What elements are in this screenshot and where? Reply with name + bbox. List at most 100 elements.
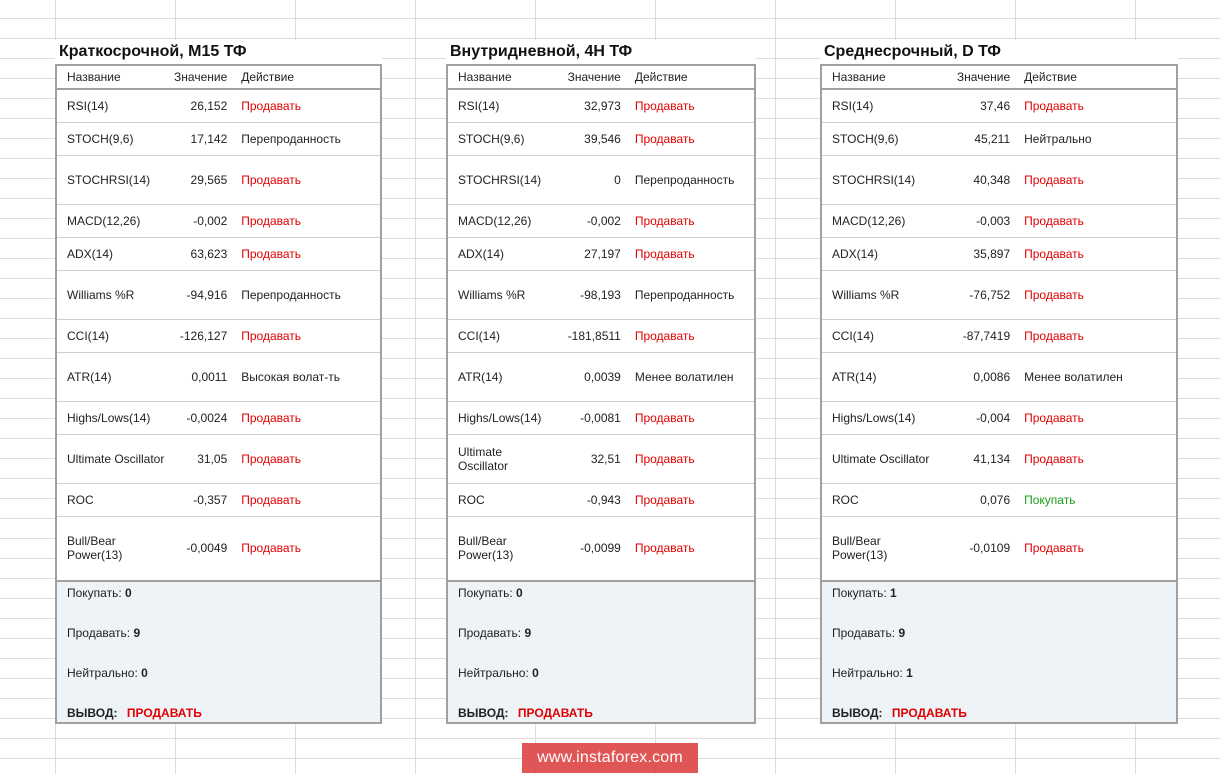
indicator-name: STOCHRSI(14) (56, 155, 166, 205)
summary-buy: Покупать: 0 (458, 586, 523, 600)
indicator-action: Продавать (632, 401, 755, 435)
table-row: Highs/Lows(14) -0,0024 Продавать (56, 401, 381, 435)
indicator-action: Продавать (1022, 204, 1177, 238)
verdict-label: ВЫВОД: (458, 706, 509, 720)
header-action: Действие (632, 65, 755, 90)
summary-sell-count: 9 (133, 626, 141, 640)
summary-box: Покупать: 0 Продавать: 9 Нейтрально: 0 В… (55, 582, 382, 724)
indicator-name: ADX(14) (447, 237, 547, 271)
indicator-action: Продавать (239, 155, 381, 205)
indicator-value: 41,134 (930, 434, 1023, 484)
table-row: ATR(14) 0,0086 Менее волатилен (821, 352, 1177, 402)
indicator-name: MACD(12,26) (447, 204, 547, 238)
header-value: Значение (930, 65, 1023, 90)
table-row: CCI(14) -181,8511 Продавать (447, 319, 755, 353)
summary-neutral: Нейтрально: 0 (458, 666, 539, 680)
summary-sell-label: Продавать: (458, 626, 522, 640)
table-row: Bull/Bear Power(13) -0,0109 Продавать (821, 516, 1177, 582)
table-row: ADX(14) 63,623 Продавать (56, 237, 381, 271)
table-row: Williams %R -76,752 Продавать (821, 270, 1177, 320)
table-row: CCI(14) -126,127 Продавать (56, 319, 381, 353)
indicator-name: Bull/Bear Power(13) (447, 516, 547, 582)
table-row: Highs/Lows(14) -0,004 Продавать (821, 401, 1177, 435)
panel-title: Внутридневной, 4H ТФ (446, 40, 756, 64)
indicator-action: Продавать (1022, 516, 1177, 582)
table-row: STOCH(9,6) 45,211 Нейтрально (821, 122, 1177, 156)
summary-sell: Продавать: 9 (458, 626, 531, 640)
table-row: ROC -0,357 Продавать (56, 483, 381, 517)
table-row: STOCH(9,6) 17,142 Перепроданность (56, 122, 381, 156)
summary-buy-count: 1 (890, 586, 897, 600)
summary-sell-count: 9 (898, 626, 906, 640)
indicator-name: ADX(14) (56, 237, 166, 271)
indicator-action: Нейтрально (1022, 122, 1177, 156)
panel-title: Среднесрочный, D ТФ (820, 40, 1178, 64)
indicator-action: Продавать (632, 483, 755, 517)
indicator-value: -181,8511 (546, 319, 633, 353)
indicator-action: Продавать (1022, 319, 1177, 353)
indicator-name: STOCH(9,6) (821, 122, 931, 156)
indicator-panel-1: Краткосрочной, M15 ТФ Название Значение … (55, 40, 382, 724)
indicator-action: Продавать (239, 319, 381, 353)
summary-buy: Покупать: 0 (67, 586, 132, 600)
indicator-value: -0,943 (546, 483, 633, 517)
indicator-action: Продавать (1022, 401, 1177, 435)
verdict-label: ВЫВОД: (832, 706, 883, 720)
indicator-name: STOCH(9,6) (56, 122, 166, 156)
indicator-value: -0,0081 (546, 401, 633, 435)
indicator-name: RSI(14) (447, 89, 547, 123)
indicator-value: -76,752 (930, 270, 1023, 320)
indicator-name: Williams %R (447, 270, 547, 320)
summary-neutral: Нейтрально: 1 (832, 666, 913, 680)
table-row: STOCHRSI(14) 0 Перепроданность (447, 155, 755, 205)
indicator-name: STOCHRSI(14) (447, 155, 547, 205)
indicator-name: MACD(12,26) (56, 204, 166, 238)
indicator-value: 35,897 (930, 237, 1023, 271)
summary-neutral-label: Нейтрально: (458, 666, 529, 680)
indicator-value: 45,211 (930, 122, 1023, 156)
indicator-value: 17,142 (165, 122, 240, 156)
summary-buy-label: Покупать: (458, 586, 513, 600)
indicator-table: Название Значение Действие RSI(14) 32,973… (446, 64, 756, 582)
summary-buy-count: 0 (516, 586, 523, 600)
indicator-action: Продавать (1022, 237, 1177, 271)
table-row: ADX(14) 27,197 Продавать (447, 237, 755, 271)
indicator-action: Продавать (632, 89, 755, 123)
table-header-row: Название Значение Действие (821, 65, 1177, 90)
indicator-value: -0,003 (930, 204, 1023, 238)
indicator-value: 0 (546, 155, 633, 205)
indicator-value: -0,0109 (930, 516, 1023, 582)
summary-buy: Покупать: 1 (832, 586, 897, 600)
indicator-action: Продавать (632, 237, 755, 271)
indicator-value: -87,7419 (930, 319, 1023, 353)
table-row: RSI(14) 32,973 Продавать (447, 89, 755, 123)
table-row: STOCHRSI(14) 40,348 Продавать (821, 155, 1177, 205)
indicator-name: ROC (56, 483, 166, 517)
table-row: ATR(14) 0,0011 Высокая волат-ть (56, 352, 381, 402)
indicator-action: Продавать (1022, 155, 1177, 205)
indicator-value: 26,152 (165, 89, 240, 123)
summary-buy-label: Покупать: (67, 586, 122, 600)
indicator-action: Высокая волат-ть (239, 352, 381, 402)
table-row: RSI(14) 26,152 Продавать (56, 89, 381, 123)
table-row: ATR(14) 0,0039 Менее волатилен (447, 352, 755, 402)
indicator-name: Ultimate Oscillator (447, 434, 547, 484)
header-action: Действие (1022, 65, 1177, 90)
table-row: ROC -0,943 Продавать (447, 483, 755, 517)
summary-sell-label: Продавать: (832, 626, 896, 640)
summary-neutral-count: 0 (141, 666, 148, 680)
indicator-name: Bull/Bear Power(13) (821, 516, 931, 582)
indicator-value: 32,973 (546, 89, 633, 123)
indicator-value: 0,0039 (546, 352, 633, 402)
indicator-table: Название Значение Действие RSI(14) 37,46 П… (820, 64, 1178, 582)
summary-sell: Продавать: 9 (67, 626, 140, 640)
indicator-name: Ultimate Oscillator (821, 434, 931, 484)
table-row: CCI(14) -87,7419 Продавать (821, 319, 1177, 353)
indicator-name: Williams %R (821, 270, 931, 320)
table-row: STOCHRSI(14) 29,565 Продавать (56, 155, 381, 205)
indicator-action: Продавать (239, 434, 381, 484)
indicator-action: Продавать (239, 237, 381, 271)
indicator-action: Продавать (239, 204, 381, 238)
summary-neutral-count: 1 (906, 666, 913, 680)
indicator-value: -0,0099 (546, 516, 633, 582)
